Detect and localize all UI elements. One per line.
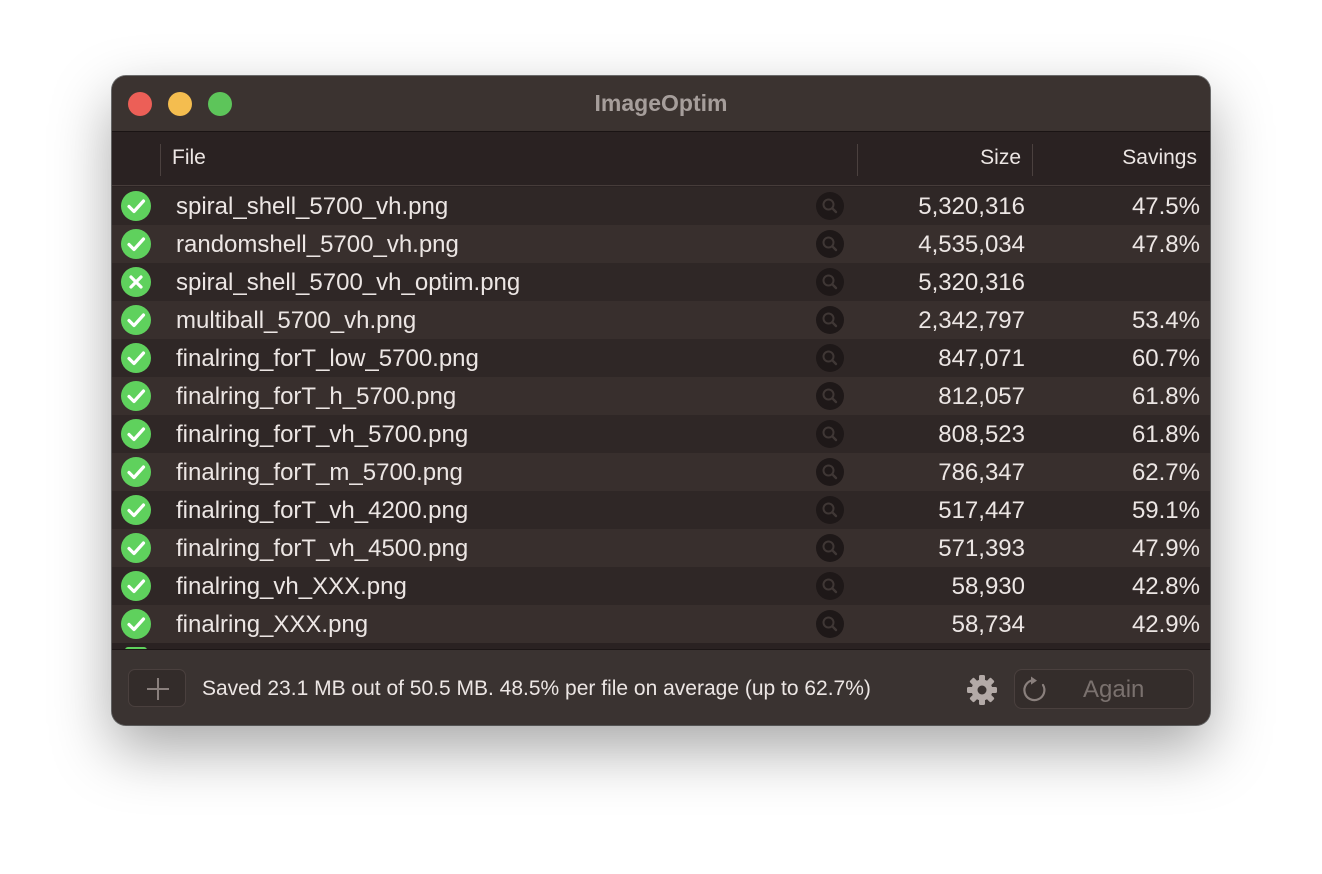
- file-name: spiral_shell_5700_vh_optim.png: [176, 269, 521, 296]
- checkmark-icon: [121, 571, 151, 601]
- magnifier-icon[interactable]: [816, 192, 844, 220]
- file-size: 808,523: [938, 421, 1025, 448]
- again-label: Again: [1083, 676, 1145, 703]
- checkmark-icon: [121, 457, 151, 487]
- column-header-savings[interactable]: Savings: [1122, 146, 1197, 170]
- magnifier-icon[interactable]: [816, 496, 844, 524]
- checkmark-icon: [121, 609, 151, 639]
- magnifier-icon[interactable]: [816, 382, 844, 410]
- table-row[interactable]: finalring_forT_h_5700.png 812,057 61.8%: [112, 377, 1210, 415]
- magnifier-icon[interactable]: [816, 230, 844, 258]
- table-header: File Size Savings: [112, 132, 1210, 186]
- magnifier-icon[interactable]: [816, 420, 844, 448]
- file-savings: 42.8%: [1131, 573, 1200, 600]
- file-name: finalring_XXX.png: [176, 611, 369, 638]
- magnifier-icon[interactable]: [816, 268, 844, 296]
- file-savings: 59.1%: [1131, 497, 1200, 524]
- file-savings: 61.8%: [1131, 421, 1200, 448]
- again-button[interactable]: Again: [1014, 669, 1194, 709]
- file-name: finalring_forT_m_5700.png: [176, 459, 463, 486]
- checkmark-icon: [121, 343, 151, 373]
- table-row[interactable]: spiral_shell_5700_vh.png 5,320,316 47.5%: [112, 187, 1210, 225]
- checkmark-icon: [121, 381, 151, 411]
- table-row[interactable]: finalring_vh_XXX.png 58,930 42.8%: [112, 567, 1210, 605]
- file-size: 4,535,034: [918, 231, 1025, 258]
- file-savings: 60.7%: [1131, 345, 1200, 372]
- table-row[interactable]: multiball_5700_vh.png 2,342,797 53.4%: [112, 301, 1210, 339]
- checkmark-icon: [121, 533, 151, 563]
- x-icon: [121, 267, 151, 297]
- status-footer: Saved 23.1 MB out of 50.5 MB. 48.5% per …: [112, 649, 1210, 725]
- table-row[interactable]: finalring_forT_vh_5700.png 808,523 61.8%: [112, 415, 1210, 453]
- checkmark-icon: [121, 419, 151, 449]
- table-row[interactable]: finalring_forT_m_5700.png 786,347 62.7%: [112, 453, 1210, 491]
- checkmark-icon: [121, 229, 151, 259]
- file-size: 847,071: [938, 345, 1025, 372]
- file-list[interactable]: spiral_shell_5700_vh.png 5,320,316 47.5% ra…: [112, 187, 1210, 649]
- table-row[interactable]: spiral_shell_5700_vh_optim.png 5,320,316: [112, 263, 1210, 301]
- magnifier-icon[interactable]: [816, 534, 844, 562]
- file-name: finalring_forT_vh_5700.png: [176, 421, 469, 448]
- savings-summary: Saved 23.1 MB out of 50.5 MB. 48.5% per …: [202, 677, 871, 700]
- file-size: 58,734: [951, 611, 1025, 638]
- file-name: finalring_forT_vh_4500.png: [176, 535, 469, 562]
- checkmark-icon: [121, 191, 151, 221]
- add-files-button[interactable]: [128, 669, 186, 707]
- file-savings: 53.4%: [1131, 307, 1200, 334]
- column-header-file[interactable]: File: [172, 146, 206, 170]
- file-size: 58,930: [951, 573, 1025, 600]
- file-savings: 47.5%: [1131, 193, 1200, 220]
- file-name: finalring_forT_h_5700.png: [176, 383, 457, 410]
- checkmark-icon: [121, 305, 151, 335]
- table-row[interactable]: finalring_forT_vh_4200.png 517,447 59.1%: [112, 491, 1210, 529]
- file-size: 2,342,797: [918, 307, 1025, 334]
- magnifier-icon[interactable]: [816, 306, 844, 334]
- column-separator: [1032, 144, 1033, 176]
- table-row[interactable]: finalring_forT_low_5700.png 847,071 60.7%: [112, 339, 1210, 377]
- file-size: 786,347: [938, 459, 1025, 486]
- file-name: spiral_shell_5700_vh.png: [176, 193, 449, 220]
- file-savings: 47.8%: [1131, 231, 1200, 258]
- file-savings: 47.9%: [1131, 535, 1200, 562]
- gear-icon[interactable]: [966, 674, 998, 706]
- magnifier-icon[interactable]: [816, 458, 844, 486]
- refresh-icon: [1023, 676, 1046, 702]
- column-header-size[interactable]: Size: [980, 146, 1021, 170]
- file-savings: 61.8%: [1131, 383, 1200, 410]
- plus-icon: [147, 678, 169, 700]
- magnifier-icon[interactable]: [816, 610, 844, 638]
- column-separator: [160, 144, 161, 176]
- window-title: ImageOptim: [594, 90, 728, 116]
- file-name: finalring_forT_vh_4200.png: [176, 497, 469, 524]
- file-size: 571,393: [938, 535, 1025, 562]
- table-row[interactable]: finalring_forT_vh_4500.png 571,393 47.9%: [112, 529, 1210, 567]
- file-size: 812,057: [938, 383, 1025, 410]
- file-size: 517,447: [938, 497, 1025, 524]
- file-size: 5,320,316: [918, 269, 1025, 296]
- magnifier-icon[interactable]: [816, 572, 844, 600]
- imageoptim-window: ImageOptim File Size Savings spiral_shel…: [112, 76, 1210, 725]
- file-name: finalring_vh_XXX.png: [176, 573, 407, 600]
- file-name: finalring_forT_low_5700.png: [176, 345, 479, 372]
- file-savings: 62.7%: [1131, 459, 1200, 486]
- table-row[interactable]: randomshell_5700_vh.png 4,535,034 47.8%: [112, 225, 1210, 263]
- column-separator: [857, 144, 858, 176]
- file-size: 5,320,316: [918, 193, 1025, 220]
- file-name: multiball_5700_vh.png: [176, 307, 417, 334]
- file-name: randomshell_5700_vh.png: [176, 231, 459, 258]
- checkmark-icon: [121, 495, 151, 525]
- file-savings: 42.9%: [1131, 611, 1200, 638]
- magnifier-icon[interactable]: [816, 344, 844, 372]
- table-row[interactable]: finalring_XXX.png 58,734 42.9%: [112, 605, 1210, 643]
- title-bar[interactable]: ImageOptim: [112, 76, 1210, 132]
